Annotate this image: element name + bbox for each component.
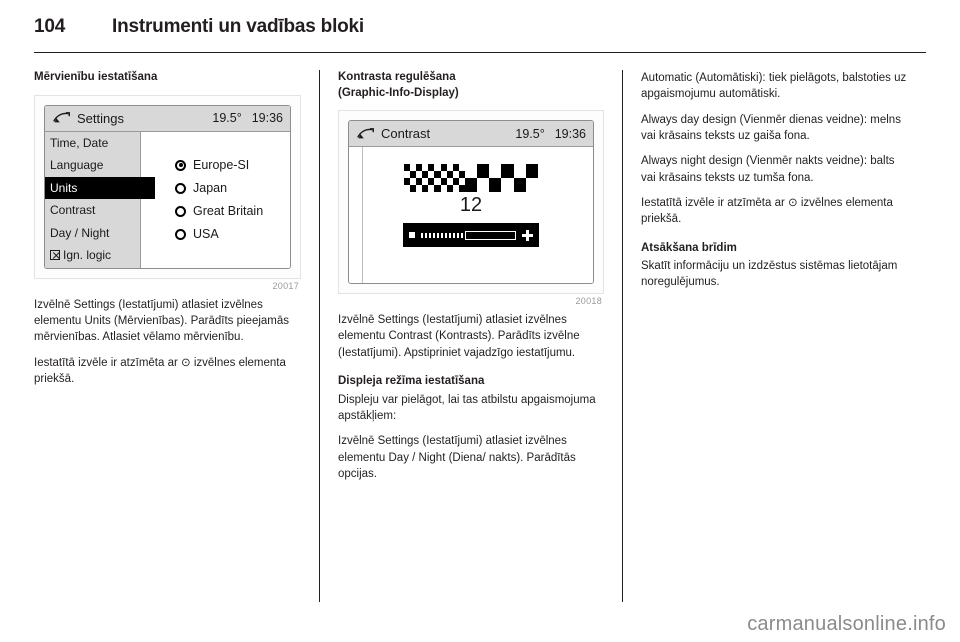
figure-frame: Settings 19.5° 19:36 Time, Date Language…	[34, 94, 301, 279]
display-temperature: 19.5°	[515, 126, 545, 141]
content-columns: Mērvienību iestatīšana Settings 19.5° 19…	[34, 70, 926, 602]
display-options-panel: Europe-SI Japan Great Britain USA	[141, 131, 290, 268]
middle-paragraph-3: Izvēlnē Settings (Iestatījumi) atlasiet …	[338, 435, 576, 480]
radio-selected-icon	[175, 159, 186, 171]
left-paragraph-2: Iestatītā izvēle ir atzīmēta ar ⊙ izvēln…	[34, 356, 286, 385]
middle-paragraph-2: Displeju var pielāgot, lai tas atbilstu …	[338, 393, 596, 422]
right-paragraph-3: Always night design (Vienmēr nakts veidn…	[641, 155, 895, 184]
right-paragraph-last: Skatīt informāciju un izdzēstus sistēmas…	[641, 260, 898, 289]
page-number: 104	[34, 16, 66, 37]
menu-item-time-date[interactable]: Time, Date	[45, 132, 140, 155]
display-clock: 19:36	[251, 111, 283, 126]
option-europe-si[interactable]: Europe-SI	[175, 154, 290, 177]
plus-icon[interactable]	[522, 229, 533, 241]
option-label: USA	[193, 227, 219, 242]
contrast-value: 12	[459, 194, 483, 217]
middle-subheading: Displeja režīma iestatīšana	[338, 375, 485, 388]
option-label: Europe-SI	[193, 158, 250, 173]
left-heading: Mērvienību iestatīšana	[34, 71, 158, 83]
left-paragraph-1: Izvēlnē Settings (Iestatījumi) atlasiet …	[34, 298, 290, 344]
slider-track[interactable]	[421, 230, 516, 240]
figure-number: 20017	[272, 280, 299, 291]
middle-heading-line2: (Graphic-Info-Display)	[338, 86, 459, 99]
crossed-box-icon	[50, 250, 60, 261]
page-title: Instrumenti un vadības bloki	[112, 16, 364, 37]
right-paragraph-2: Always day design (Vienmēr dienas veidne…	[641, 113, 901, 142]
contrast-pattern-preview	[404, 164, 538, 193]
option-great-britain[interactable]: Great Britain	[175, 200, 290, 223]
slider-fill	[464, 230, 516, 240]
right-paragraph-4: Iestatītā izvēle ir atzīmēta ar ⊙ izvēln…	[641, 196, 893, 226]
right-subheading: Atsākšana brīdim	[641, 241, 737, 254]
figure-units-settings: Settings 19.5° 19:36 Time, Date Language…	[34, 94, 301, 291]
display-temperature: 19.5°	[212, 111, 242, 126]
display-title: Settings	[77, 110, 124, 126]
middle-paragraph-1: Izvēlnē Settings (Iestatījumi) atlasiet …	[338, 314, 580, 359]
display-title: Contrast	[381, 126, 431, 142]
contrast-panel: 12	[349, 147, 593, 284]
middle-column: Kontrasta regulēšana (Graphic-Info-Displ…	[319, 70, 622, 602]
option-usa[interactable]: USA	[175, 223, 290, 246]
menu-item-ign-logic-label: Ign. logic	[63, 248, 112, 263]
slider-dots	[421, 232, 465, 238]
radio-icon	[175, 228, 186, 240]
settings-swoosh-icon	[53, 112, 70, 123]
display-titlebar: Contrast 19.5° 19:36	[349, 121, 593, 148]
menu-item-units[interactable]: Units	[45, 176, 155, 200]
settings-swoosh-icon	[357, 127, 374, 138]
figure-contrast: Contrast 19.5° 19:36 12 20018	[338, 110, 604, 306]
display-menu-list: Time, Date Language Units Contrast Day /…	[45, 131, 155, 268]
menu-item-day-night[interactable]: Day / Night	[45, 222, 140, 245]
manual-page: 104 Instrumenti un vadības bloki Mērvien…	[0, 0, 960, 642]
display-body: Time, Date Language Units Contrast Day /…	[45, 131, 290, 268]
radio-icon	[175, 205, 186, 217]
left-column: Mērvienību iestatīšana Settings 19.5° 19…	[34, 70, 319, 602]
menu-item-language[interactable]: Language	[45, 154, 140, 177]
menu-item-contrast[interactable]: Contrast	[45, 199, 140, 222]
middle-heading: Kontrasta regulēšana (Graphic-Info-Displ…	[338, 70, 604, 101]
display-clock: 19:36	[554, 126, 586, 141]
right-paragraph-1: Automatic (Automātiski): tiek pielāgots,…	[641, 72, 907, 101]
contrast-pattern-grid	[404, 164, 538, 193]
right-column: Automatic (Automātiski): tiek pielāgots,…	[622, 70, 925, 602]
display-titlebar: Settings 19.5° 19:36	[45, 105, 290, 132]
car-display-settings: Settings 19.5° 19:36 Time, Date Language…	[44, 104, 291, 269]
figure-frame: Contrast 19.5° 19:36 12	[338, 110, 604, 295]
option-label: Great Britain	[193, 204, 264, 219]
watermark: carmanualsonline.info	[747, 613, 946, 635]
radio-icon	[175, 182, 186, 194]
car-display-contrast: Contrast 19.5° 19:36 12	[348, 120, 594, 285]
figure-number: 20018	[575, 296, 602, 307]
contrast-slider[interactable]	[403, 223, 539, 248]
middle-heading-line1: Kontrasta regulēšana	[338, 71, 456, 83]
menu-item-ign-logic[interactable]: Ign. logic	[45, 244, 140, 267]
page-header: 104 Instrumenti un vadības bloki	[34, 16, 926, 56]
minus-icon[interactable]	[409, 232, 415, 239]
header-divider	[34, 52, 926, 53]
option-label: Japan	[193, 181, 228, 196]
option-japan[interactable]: Japan	[175, 177, 290, 200]
